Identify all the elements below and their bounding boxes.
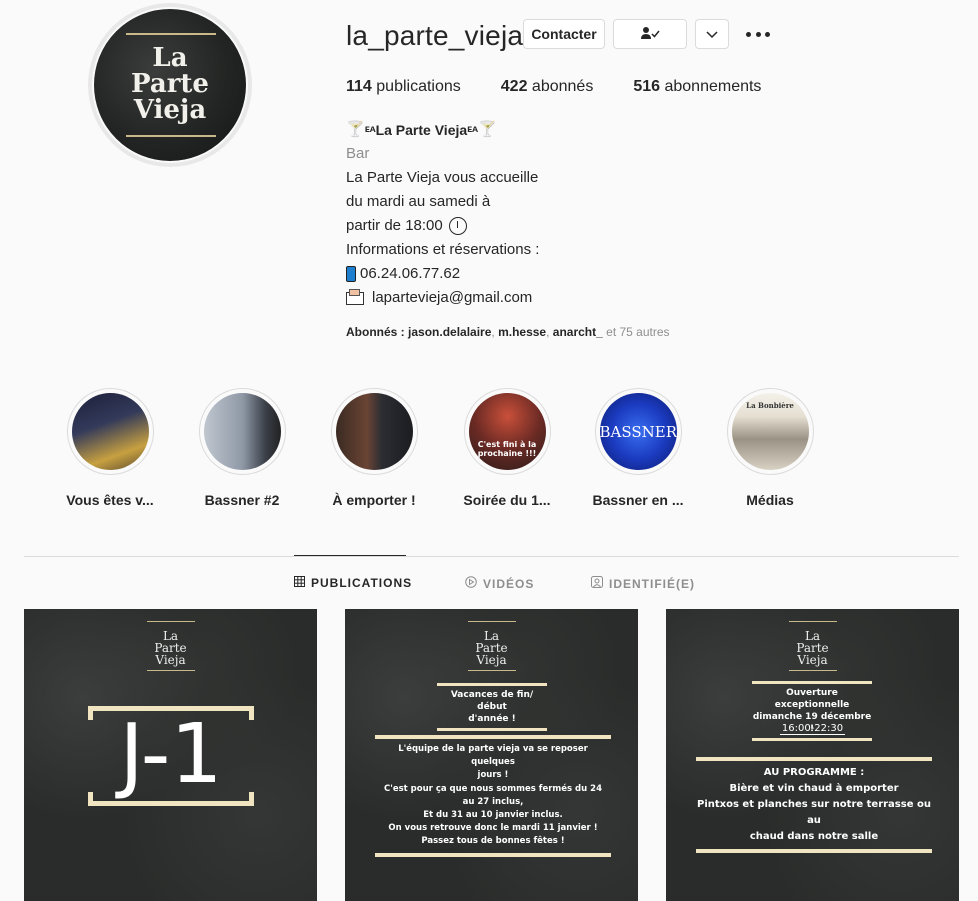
tab-videos[interactable]: VIDÉOS — [465, 576, 534, 591]
stat-publications[interactable]: 114 publications — [346, 78, 461, 96]
active-tab-indicator — [294, 555, 406, 556]
highlight-cover: La Bonbière — [731, 393, 809, 470]
highlight-item[interactable]: C'est fini à la prochaine !!! Soirée du … — [437, 388, 577, 508]
tag-person-icon — [591, 576, 603, 591]
post-logo: La Parte Vieja — [467, 621, 516, 671]
highlight-cover: BASSNER — [599, 393, 677, 470]
stat-followers[interactable]: 422 abonnés — [501, 78, 594, 96]
person-check-icon — [640, 26, 660, 43]
post-hours: 16:00-22:30 — [779, 723, 846, 735]
highlight-label: Soirée du 1... — [463, 492, 551, 508]
highlight-label: À emporter ! — [332, 492, 416, 508]
post-tile[interactable]: La Parte Vieja Ouverture exceptionnelle dim… — [666, 609, 959, 901]
profile-stats: 114 publications 422 abonnés 516 abonnem… — [346, 78, 801, 96]
profile-avatar[interactable]: La Parte Vieja — [88, 3, 252, 167]
more-options-icon[interactable] — [746, 24, 770, 44]
tab-publications[interactable]: PUBLICATIONS — [294, 576, 412, 590]
mail-icon — [346, 288, 364, 305]
post-tile[interactable]: La Parte Vieja Vacances de fin/ début d'ann… — [345, 609, 638, 901]
profile-username: la_parte_vieja — [346, 20, 524, 51]
highlight-label: Vous êtes v... — [66, 492, 154, 508]
post-logo: La Parte Vieja — [146, 621, 195, 671]
highlight-item[interactable]: BASSNER Bassner en ... — [568, 388, 708, 508]
bio-line: La Parte Vieja vous accueille — [346, 169, 539, 186]
profile-bio: 🍸 ᴇᴀ La Parte Vieja ᴇᴀ 🍸 Bar La Parte Vi… — [346, 118, 766, 344]
post-message-box: L'équipe de la parte vieja va se reposer… — [375, 735, 611, 857]
highlight-item[interactable]: La Bonbière Médias — [700, 388, 840, 508]
highlight-cover — [335, 393, 413, 470]
stat-following[interactable]: 516 abonnements — [633, 78, 761, 96]
bio-email: lapartevieja@gmail.com — [346, 286, 766, 310]
highlight-cover — [71, 393, 149, 470]
bio-phone: 06.24.06.77.62 — [346, 262, 766, 286]
suggestions-dropdown-button[interactable] — [695, 19, 729, 49]
clock-icon — [448, 217, 467, 235]
chevron-down-icon — [706, 26, 718, 42]
grid-icon — [294, 576, 305, 590]
tab-tagged[interactable]: IDENTIFIÉ(E) — [591, 576, 695, 591]
avatar-logo-text: La Parte Vieja — [131, 43, 209, 125]
post-tile[interactable]: La Parte Vieja J-1 — [24, 609, 317, 901]
highlight-item[interactable]: À emporter ! — [304, 388, 444, 508]
highlight-label: Bassner #2 — [204, 492, 280, 508]
highlight-cover — [203, 393, 281, 470]
cocktail-icon: 🍸 — [478, 121, 497, 138]
bio-line: du mardi au samedi à — [346, 193, 491, 210]
followed-by[interactable]: Abonnés : jason.delalaire, m.hesse, anar… — [346, 320, 766, 344]
highlight-item[interactable]: Vous êtes v... — [40, 388, 180, 508]
phone-icon — [346, 266, 356, 282]
post-program-box: AU PROGRAMME : Bière et vin chaud à empo… — [696, 757, 932, 853]
following-button[interactable] — [613, 19, 687, 49]
bio-line: Informations et réservations : — [346, 241, 540, 258]
highlight-label: Bassner en ... — [592, 492, 684, 508]
bio-line: partir de 18:00 — [346, 214, 766, 238]
highlight-label: Médias — [746, 492, 794, 508]
contact-button[interactable]: Contacter — [523, 19, 605, 49]
avatar-image: La Parte Vieja — [92, 7, 248, 163]
play-circle-icon — [465, 576, 477, 591]
profile-display-name: 🍸 ᴇᴀ La Parte Vieja ᴇᴀ 🍸 — [346, 118, 766, 142]
profile-category: Bar — [346, 145, 370, 162]
highlight-item[interactable]: Bassner #2 — [172, 388, 312, 508]
post-caption-box: Vacances de fin/ début d'année ! — [437, 683, 547, 731]
highlight-cover: C'est fini à la prochaine !!! — [468, 393, 546, 470]
post-big-text: J-1 — [119, 707, 223, 802]
post-logo: La Parte Vieja — [788, 621, 837, 671]
cocktail-icon: 🍸 — [346, 121, 365, 138]
tabs-divider — [24, 556, 959, 557]
